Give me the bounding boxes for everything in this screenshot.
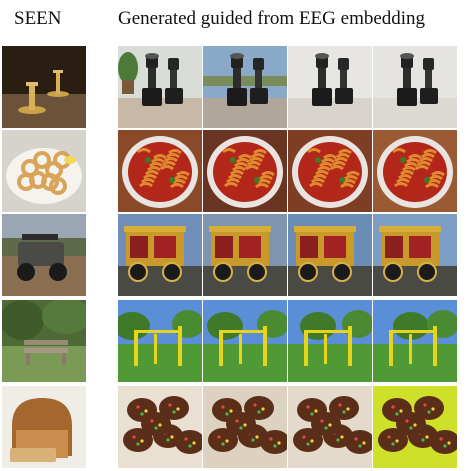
generated-image-pasta-bowl-4 [373, 130, 457, 212]
generated-image-yellow-frame-structure-2 [203, 300, 287, 382]
generated-image-steam-carriage-2 [203, 214, 287, 296]
generated-image-yellow-frame-structure-1 [118, 300, 202, 382]
generated-image-espresso-machine-4 [373, 46, 457, 128]
seen-image-brass-candlesticks [2, 46, 86, 128]
generated-image-pasta-bowl-1 [118, 130, 202, 212]
generated-image-espresso-machine-1 [118, 46, 202, 128]
generated-image-steam-carriage-3 [288, 214, 372, 296]
seen-image-utility-vehicle [2, 214, 86, 296]
generated-image-steam-carriage-4 [373, 214, 457, 296]
generated-image-sprinkled-cookies-4 [373, 386, 457, 468]
seen-image-bread-loaf [2, 386, 86, 468]
seen-column-header: SEEN [14, 8, 62, 29]
seen-image-park-bench [2, 300, 86, 382]
seen-image-fried-calamari [2, 130, 86, 212]
generated-image-pasta-bowl-3 [288, 130, 372, 212]
generated-image-espresso-machine-2 [203, 46, 287, 128]
generated-image-sprinkled-cookies-2 [203, 386, 287, 468]
generated-image-steam-carriage-1 [118, 214, 202, 296]
generated-image-sprinkled-cookies-3 [288, 386, 372, 468]
generated-column-header: Generated guided from EEG embedding [118, 8, 426, 29]
generated-image-yellow-frame-structure-3 [288, 300, 372, 382]
generated-image-sprinkled-cookies-1 [118, 386, 202, 468]
generated-image-pasta-bowl-2 [203, 130, 287, 212]
generated-image-yellow-frame-structure-4 [373, 300, 457, 382]
generated-image-espresso-machine-3 [288, 46, 372, 128]
